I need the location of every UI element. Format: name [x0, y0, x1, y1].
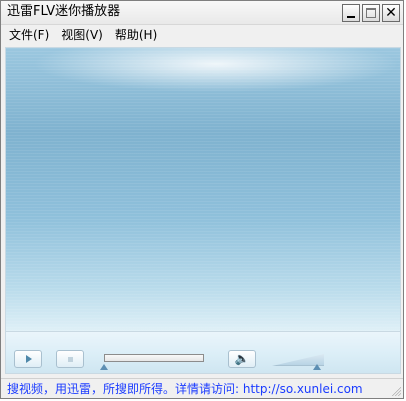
menu-file[interactable]: 文件(F)	[9, 27, 49, 43]
playback-controls: 🔈	[5, 332, 401, 374]
play-icon	[26, 355, 32, 363]
maximize-icon	[366, 8, 376, 18]
minimize-button[interactable]	[342, 4, 360, 22]
window-title: 迅雷FLV迷你播放器	[7, 4, 121, 19]
volume-button[interactable]: 🔈	[228, 350, 256, 368]
resize-grip[interactable]	[391, 386, 401, 396]
status-bar: 搜视频，用迅雷，所搜即所得。详情请访问: http://so.xunlei.co…	[1, 378, 403, 398]
maximize-button[interactable]	[362, 4, 380, 22]
menu-bar: 文件(F) 视图(V) 帮助(H)	[1, 25, 403, 45]
window-controls: ✕	[342, 4, 400, 22]
progress-track[interactable]	[104, 354, 204, 362]
close-icon: ✕	[385, 5, 397, 21]
progress-slider[interactable]	[100, 352, 204, 370]
menu-help[interactable]: 帮助(H)	[115, 27, 157, 43]
progress-thumb[interactable]	[100, 364, 108, 370]
speaker-icon: 🔈	[234, 351, 250, 366]
close-button[interactable]: ✕	[382, 4, 400, 22]
status-link-text[interactable]: 搜视频，用迅雷，所搜即所得。详情请访问: http://so.xunlei.co…	[7, 381, 363, 397]
play-button[interactable]	[14, 350, 42, 368]
minimize-icon	[347, 16, 355, 18]
menu-view[interactable]: 视图(V)	[61, 27, 103, 43]
stop-button[interactable]	[56, 350, 84, 368]
video-display[interactable]	[5, 47, 401, 332]
title-bar[interactable]: 迅雷FLV迷你播放器 ✕	[1, 1, 403, 25]
volume-thumb[interactable]	[312, 364, 321, 370]
app-window: 迅雷FLV迷你播放器 ✕ 文件(F) 视图(V) 帮助(H) 🔈 搜视频，用迅雷…	[0, 0, 404, 399]
stop-icon	[67, 356, 73, 362]
volume-slider[interactable]	[272, 352, 324, 370]
